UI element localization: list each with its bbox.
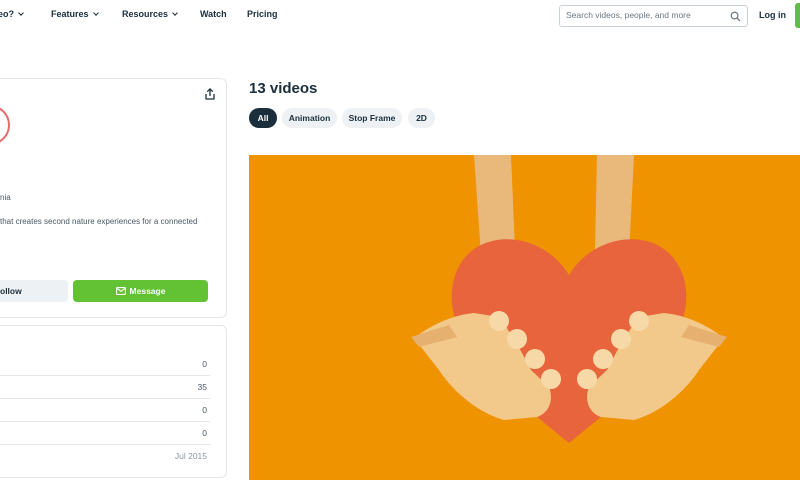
stat-row[interactable]: 0 <box>0 399 210 422</box>
videos-heading: 13 videos <box>249 80 318 97</box>
filter-chip-label: 2D <box>416 113 427 123</box>
chevron-down-icon <box>18 9 24 16</box>
stat-value: 0 <box>202 428 207 438</box>
search-input[interactable] <box>566 10 726 20</box>
join-button[interactable] <box>795 3 800 28</box>
stat-row[interactable]: 0 <box>0 422 210 445</box>
nav-item-label: Pricing <box>247 9 278 19</box>
nav-item-resources[interactable]: Resources <box>122 9 178 19</box>
login-link[interactable]: Log in <box>759 10 786 20</box>
nav-item-label: Resources <box>122 9 169 19</box>
follow-button-label: ollow <box>0 286 22 296</box>
joined-date: Jul 2015 <box>174 451 207 461</box>
search-box <box>559 5 748 27</box>
stat-row[interactable]: 35 <box>0 376 210 399</box>
share-icon[interactable] <box>203 87 217 101</box>
hands-holding-heart-illustration <box>411 155 727 443</box>
chevron-down-icon <box>92 9 99 16</box>
profile-location: nia <box>0 193 11 202</box>
nav-item-label: eo? <box>0 9 15 19</box>
message-button[interactable]: Message <box>73 280 208 302</box>
stat-row[interactable]: 0 <box>0 353 210 376</box>
envelope-icon <box>115 287 126 295</box>
stat-value: 35 <box>197 382 207 392</box>
filter-chip-animation[interactable]: Animation <box>282 108 337 128</box>
nav-item-watch[interactable]: Watch <box>200 9 227 19</box>
stat-value: 0 <box>202 359 207 369</box>
stat-value: 0 <box>202 405 207 415</box>
top-nav: eo? Features Resources Watch Pricing Log… <box>0 0 800 32</box>
nav-item-label: Watch <box>200 9 227 19</box>
filter-chip-label: Stop Frame <box>348 113 396 123</box>
filter-chip-all[interactable]: All <box>249 108 277 128</box>
follow-button[interactable]: ollow <box>0 280 68 302</box>
nav-item-label: Features <box>51 9 89 19</box>
video-thumbnail[interactable] <box>249 155 800 480</box>
chevron-down-icon <box>172 9 178 16</box>
nav-item-why-vimeo[interactable]: eo? <box>0 9 24 19</box>
nav-item-pricing[interactable]: Pricing <box>247 9 278 19</box>
filter-chip-label: Animation <box>288 113 331 123</box>
stat-row: Jul 2015 <box>0 445 210 468</box>
profile-bio: that creates second nature experiences f… <box>0 217 198 226</box>
filter-chip-2d[interactable]: 2D <box>408 108 435 128</box>
filter-chip-stop-frame[interactable]: Stop Frame <box>342 108 402 128</box>
message-button-label: Message <box>129 286 166 296</box>
filter-chip-label: All <box>257 113 269 123</box>
search-icon[interactable] <box>729 10 742 23</box>
nav-item-features[interactable]: Features <box>51 9 99 19</box>
